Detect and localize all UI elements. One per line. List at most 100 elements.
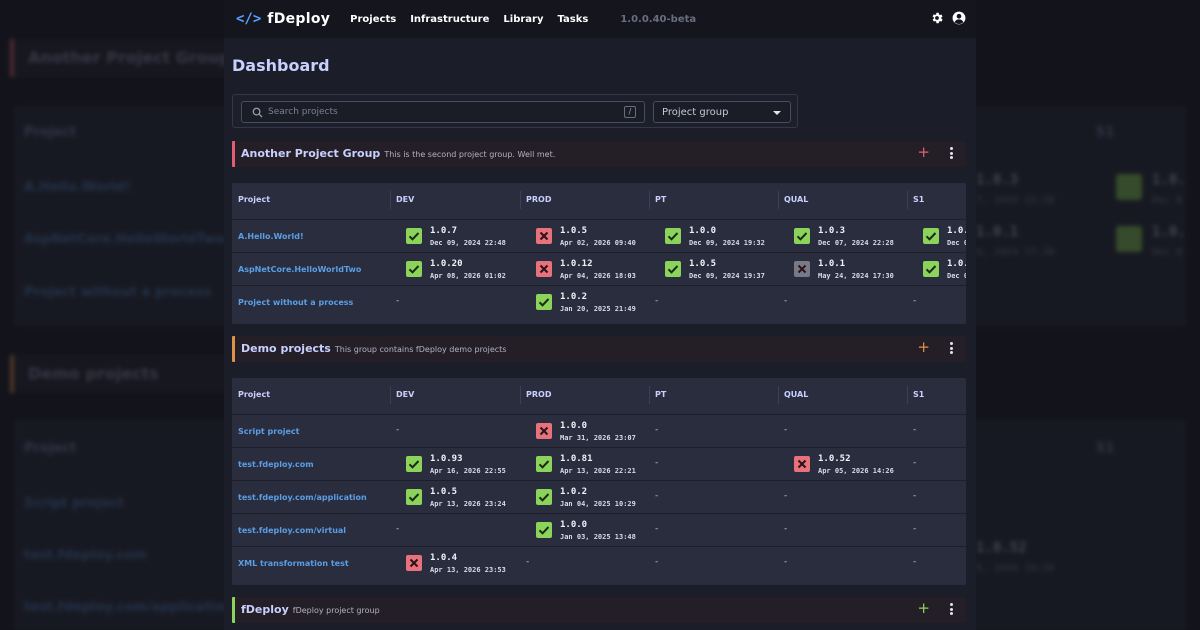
release-version: 1.0.7 <box>430 226 458 236</box>
column-header-s1[interactable]: S1 <box>913 195 924 204</box>
release-version: 1.0.52 <box>818 454 851 464</box>
column-divider <box>390 191 391 209</box>
project-group-description: This is the second project group. Well m… <box>384 150 556 159</box>
success-check-icon <box>536 294 552 310</box>
project-group-title[interactable]: Demo projects This group contains fDeploy… <box>241 342 506 355</box>
table-row: test.fdeploy.com/application 1.0.5 Apr 13,… <box>232 480 966 513</box>
success-check-icon <box>665 228 681 244</box>
project-group-title[interactable]: Another Project Group This is the second … <box>241 147 555 160</box>
deploy-date: Dec 07, 2024 22:28 <box>818 239 894 247</box>
table-header-row: Project DEV PROD PT QUAL S1 <box>232 378 966 414</box>
column-divider <box>390 386 391 404</box>
project-link[interactable]: test.fdeploy.com/virtual <box>238 526 346 535</box>
empty-cell: - <box>526 557 530 567</box>
search-icon <box>252 107 263 118</box>
backdrop-shade-right <box>976 0 1200 630</box>
column-header-qual[interactable]: QUAL <box>784 195 808 204</box>
project-group-header: Demo projects This group contains fDeploy… <box>232 336 966 362</box>
code-brackets-icon: </> <box>236 11 262 27</box>
empty-cell: - <box>784 296 788 306</box>
column-divider <box>907 386 908 404</box>
empty-cell: - <box>655 524 659 534</box>
success-check-icon <box>406 261 422 277</box>
empty-cell: - <box>396 296 400 306</box>
release-version: 1.0.81 <box>560 454 593 464</box>
project-group-description: This group contains fDeploy demo project… <box>334 345 507 354</box>
empty-cell: - <box>396 524 400 534</box>
deploy-date: Dec 09, 2024 19:37 <box>689 272 765 280</box>
column-header-s1[interactable]: S1 <box>913 390 924 399</box>
empty-cell: - <box>913 524 917 534</box>
project-link[interactable]: A.Hello.World! <box>238 232 304 241</box>
empty-cell: - <box>655 425 659 435</box>
release-version: 1.0.3 <box>818 226 846 236</box>
table-row: Project without a process - 1.0.2 Jan 20, 2… <box>232 285 966 318</box>
more-options-icon[interactable] <box>950 603 954 615</box>
column-header-dev[interactable]: DEV <box>396 195 414 204</box>
project-group-title[interactable]: fDeploy fDeploy project group <box>241 603 380 616</box>
project-link[interactable]: AspNetCore.HelloWorldTwo <box>238 265 361 274</box>
project-link[interactable]: Script project <box>238 427 299 436</box>
project-link[interactable]: Project without a process <box>238 298 353 307</box>
column-divider <box>649 386 650 404</box>
release-version: 1.0.5 <box>560 226 588 236</box>
empty-cell: - <box>784 557 788 567</box>
gear-icon[interactable] <box>930 11 944 25</box>
search-input[interactable]: Search projects / <box>241 101 645 123</box>
empty-cell: - <box>784 491 788 501</box>
backdrop-shade-left <box>0 0 224 630</box>
deploy-date: Dec 0 <box>947 272 966 280</box>
project-table: Project DEV PROD PT QUAL S1 A.Hello.World! 1.0.… <box>232 183 966 324</box>
nav-infrastructure[interactable]: Infrastructure <box>410 14 489 25</box>
release-version: 1.0.5 <box>430 487 458 497</box>
more-options-icon[interactable] <box>950 342 954 354</box>
table-header-row: Project DEV PROD PT QUAL S1 <box>232 183 966 219</box>
nav-projects[interactable]: Projects <box>350 14 396 25</box>
project-link[interactable]: XML transformation test <box>238 559 349 568</box>
project-group-header: fDeploy fDeploy project group + <box>232 597 966 623</box>
add-project-button[interactable]: + <box>917 340 930 355</box>
empty-cell: - <box>655 458 659 468</box>
release-version: 1.0. <box>947 226 966 236</box>
more-options-icon[interactable] <box>950 147 954 159</box>
logo[interactable]: </> fDeploy <box>236 11 330 27</box>
chevron-down-icon <box>773 111 781 115</box>
release-version: 1.0.2 <box>560 292 588 302</box>
page-title: Dashboard <box>232 56 330 75</box>
project-link[interactable]: test.fdeploy.com/application <box>238 493 367 502</box>
column-divider <box>520 386 521 404</box>
release-version: 1.0.0 <box>560 421 588 431</box>
deploy-date: Apr 13, 2026 22:21 <box>560 467 636 475</box>
deploy-date: Apr 08, 2026 01:02 <box>430 272 506 280</box>
column-header-prod[interactable]: PROD <box>526 390 551 399</box>
project-link[interactable]: test.fdeploy.com <box>238 460 314 469</box>
empty-cell: - <box>913 557 917 567</box>
release-version: 1.0. <box>947 259 966 269</box>
deploy-date: Apr 05, 2026 14:26 <box>818 467 894 475</box>
user-account-icon[interactable] <box>952 11 966 25</box>
project-group-header: Another Project Group This is the second … <box>232 141 966 167</box>
column-divider <box>649 191 650 209</box>
column-header-project[interactable]: Project <box>238 195 270 204</box>
deploy-date: Apr 16, 2026 22:55 <box>430 467 506 475</box>
column-header-dev[interactable]: DEV <box>396 390 414 399</box>
column-header-project[interactable]: Project <box>238 390 270 399</box>
deploy-date: Apr 13, 2026 23:24 <box>430 500 506 508</box>
project-group-select-label: Project group <box>662 107 729 118</box>
nav-library[interactable]: Library <box>503 14 543 25</box>
empty-cell: - <box>784 425 788 435</box>
column-header-prod[interactable]: PROD <box>526 195 551 204</box>
app-name: fDeploy <box>267 11 331 27</box>
release-version: 1.0.0 <box>560 520 588 530</box>
column-header-pt[interactable]: PT <box>655 195 666 204</box>
add-project-button[interactable]: + <box>917 601 930 616</box>
project-group-select[interactable]: Project group <box>653 101 791 123</box>
nav-tasks[interactable]: Tasks <box>557 14 588 25</box>
success-check-icon <box>923 228 939 244</box>
add-project-button[interactable]: + <box>917 145 930 160</box>
column-header-qual[interactable]: QUAL <box>784 390 808 399</box>
success-check-icon <box>923 261 939 277</box>
column-header-pt[interactable]: PT <box>655 390 666 399</box>
empty-cell: - <box>784 524 788 534</box>
success-check-icon <box>536 522 552 538</box>
